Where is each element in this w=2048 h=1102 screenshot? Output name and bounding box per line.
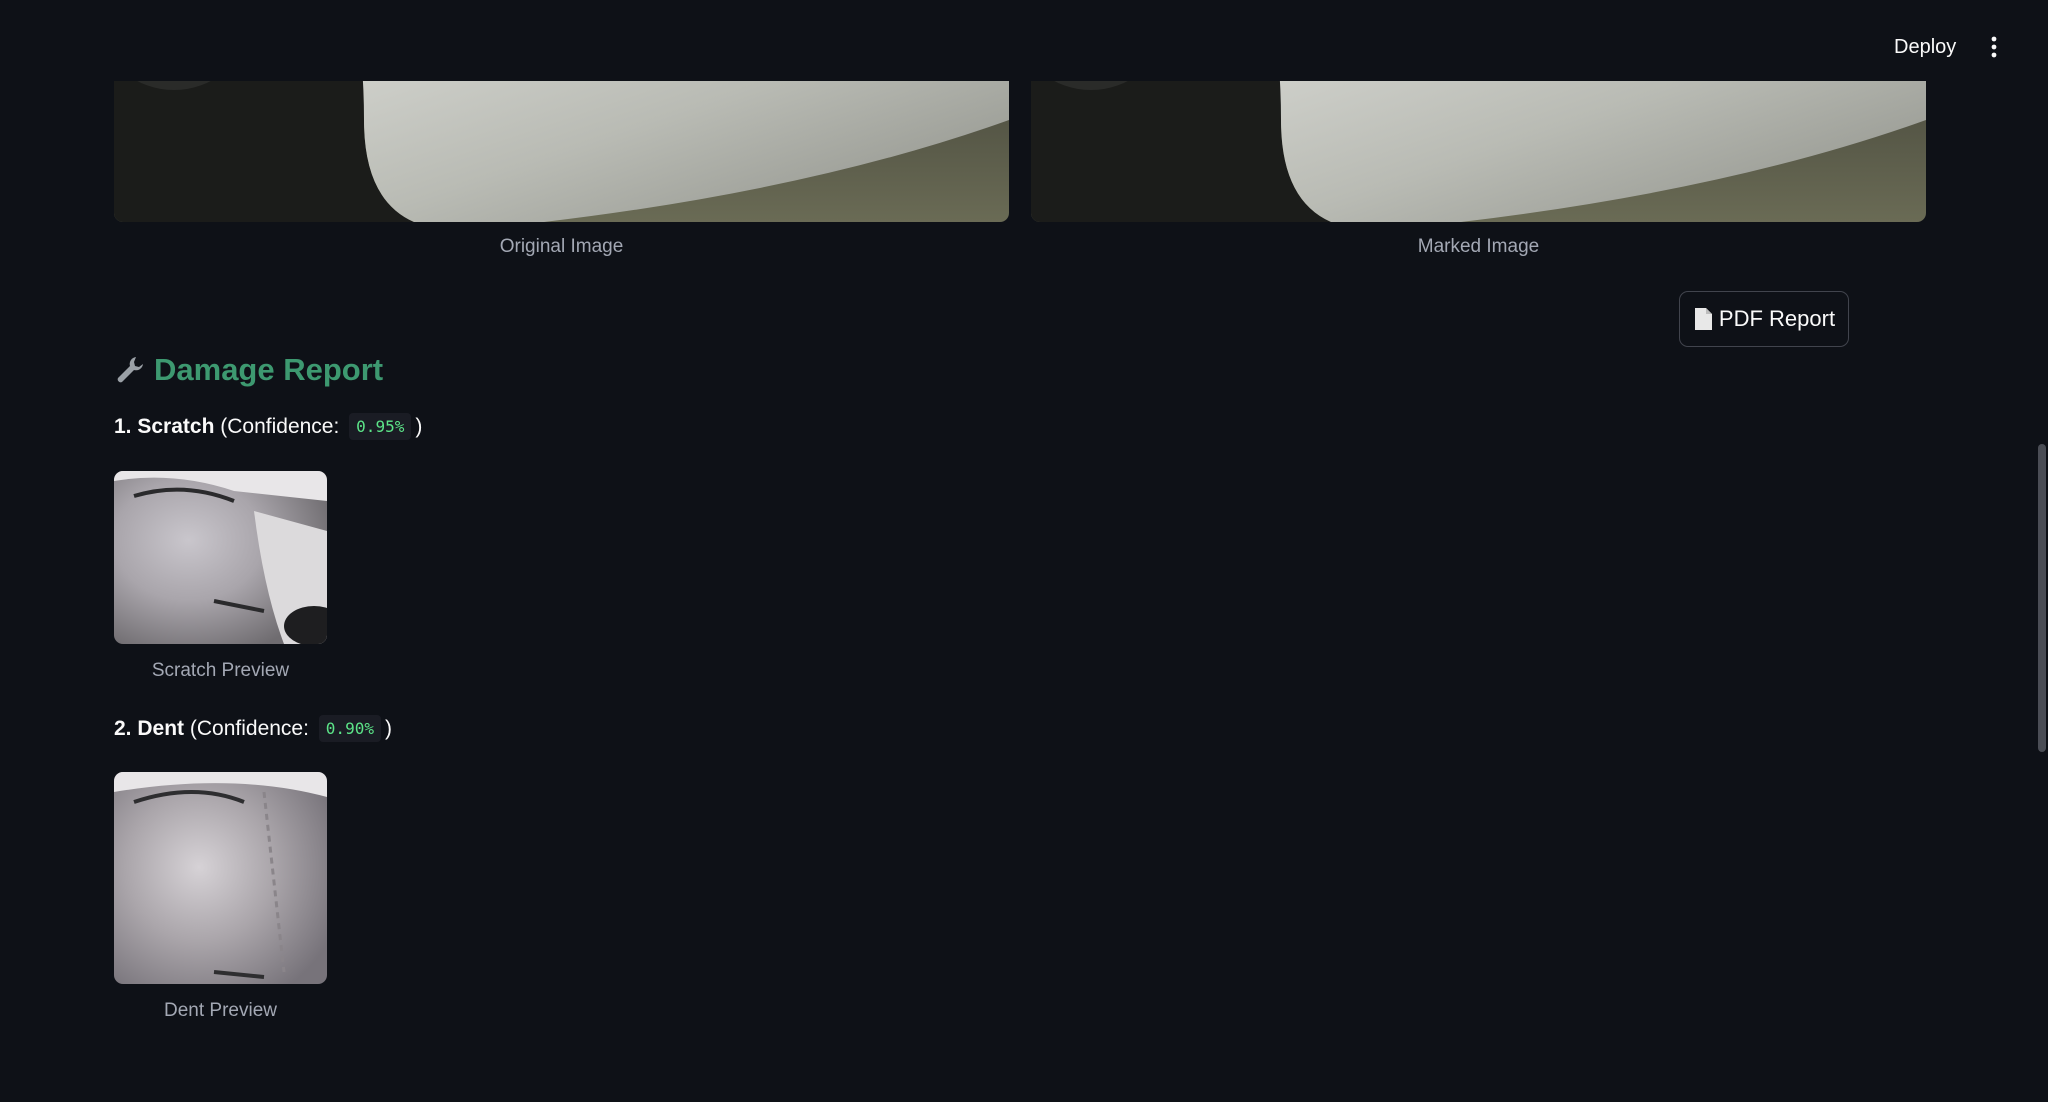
dent-preview-image [114,772,327,984]
page-scrollbar[interactable] [2038,444,2046,752]
document-icon [1694,308,1712,330]
app-page: Deploy Original Image Marked Image PDF R… [0,0,2048,1102]
damage-item-2: 2. Dent (Confidence: 0.90%) [114,715,392,742]
main-menu-button[interactable] [1976,28,2012,66]
pdf-report-button[interactable]: PDF Report [1679,291,1849,347]
dent-preview-caption: Dent Preview [164,1000,277,1021]
damage-report-title: Damage Report [154,352,384,387]
app-header: Deploy [0,0,2048,81]
scratch-preview-caption: Scratch Preview [151,660,290,681]
confidence-value: 0.95% [349,413,412,440]
confidence-prefix: (Confidence: [189,716,309,740]
pdf-report-label: PDF Report [1718,306,1836,331]
confidence-suffix: ) [415,414,423,438]
original-image-caption: Original Image [499,236,624,257]
wrench-icon [117,357,143,383]
damage-report-heading: Damage Report [114,352,383,388]
damage-item-1: 1. Scratch (Confidence: 0.95%) [114,413,422,440]
marked-image-caption: Marked Image [1417,236,1540,257]
vertical-dots-icon [1991,36,1997,58]
confidence-suffix: ) [384,716,392,740]
deploy-button[interactable]: Deploy [1880,28,1970,66]
damage-item-index: 1. [114,414,132,438]
damage-item-type: Scratch [137,414,215,438]
scratch-preview-image [114,471,327,644]
damage-item-type: Dent [137,716,185,740]
confidence-prefix: (Confidence: [220,414,340,438]
confidence-value: 0.90% [318,715,381,742]
damage-item-index: 2. [114,716,132,740]
